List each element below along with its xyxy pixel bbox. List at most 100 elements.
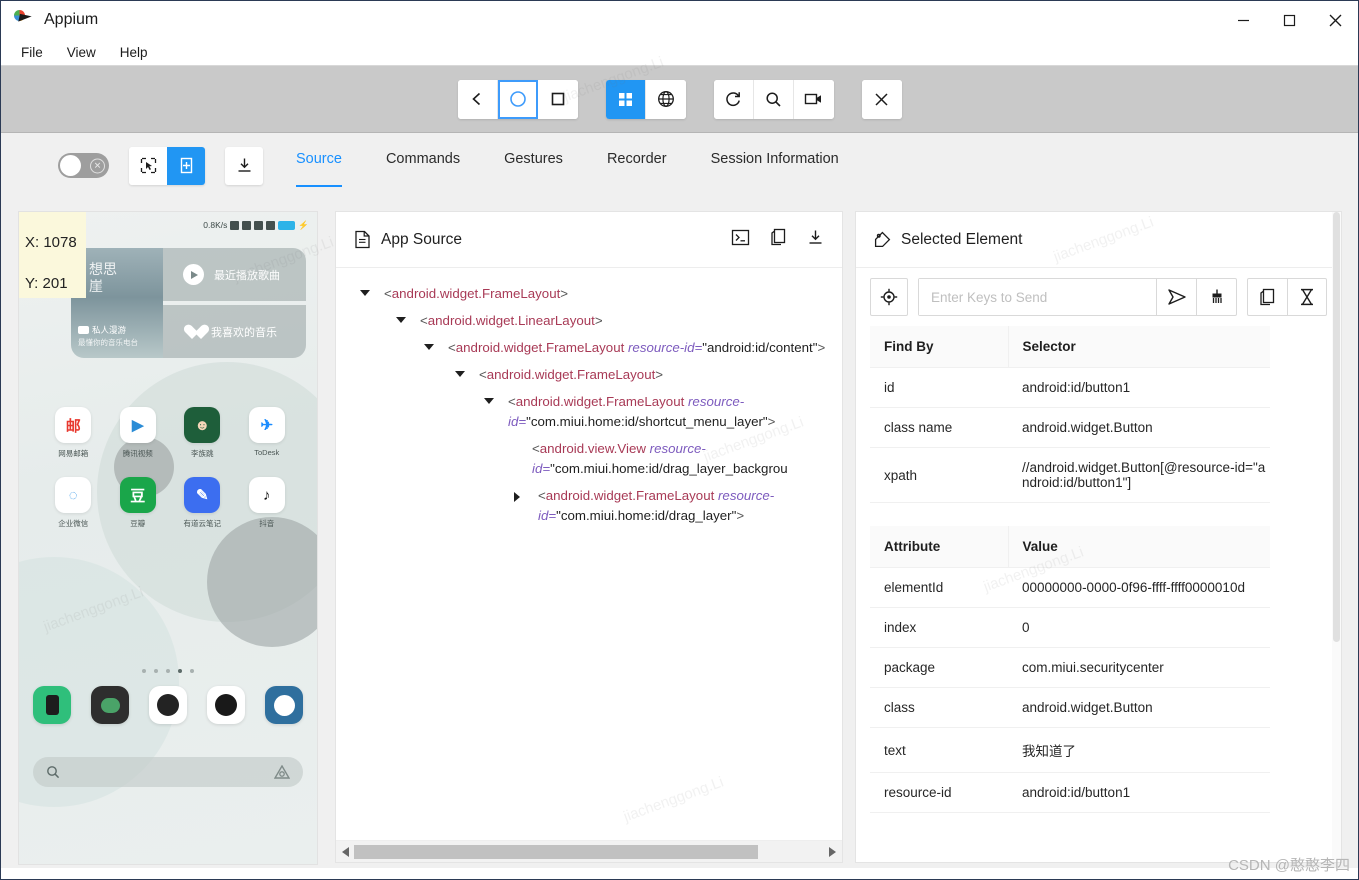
page-dot-active bbox=[178, 669, 182, 673]
home-button[interactable] bbox=[497, 79, 538, 119]
tree-node-tag: android.widget.FrameLayout bbox=[515, 393, 685, 409]
tab-gestures[interactable]: Gestures bbox=[504, 133, 563, 198]
tree-node[interactable]: <android.widget.FrameLayout resource-id=… bbox=[342, 334, 836, 361]
swipe-by-coordinates-mode[interactable] bbox=[167, 146, 205, 185]
tab-recorder[interactable]: Recorder bbox=[607, 133, 667, 198]
get-timing-button[interactable] bbox=[1287, 279, 1326, 315]
app-switch-button[interactable] bbox=[537, 79, 578, 119]
chevron-down-icon[interactable] bbox=[360, 290, 370, 296]
attribute-value: com.miui.securitycenter bbox=[1008, 647, 1270, 688]
app-douban[interactable]: 豆 豆瓣 bbox=[106, 477, 171, 529]
browser-app-icon[interactable] bbox=[265, 686, 303, 724]
selected-element-scrollbar[interactable] bbox=[1332, 212, 1341, 862]
scroll-thumb[interactable] bbox=[354, 844, 759, 859]
table-row[interactable]: class name android.widget.Button bbox=[870, 407, 1270, 448]
camera-app-icon[interactable] bbox=[207, 686, 245, 724]
menu-view[interactable]: View bbox=[55, 42, 108, 63]
app-tencent-video[interactable]: ▶ 腾讯视频 bbox=[106, 407, 171, 459]
table-row[interactable]: index 0 bbox=[870, 607, 1270, 648]
app-youdao-note[interactable]: ✎ 有道云笔记 bbox=[170, 477, 235, 529]
minimize-button[interactable] bbox=[1220, 1, 1266, 39]
triangle-right-icon[interactable] bbox=[824, 844, 840, 860]
save-screenshot-button[interactable] bbox=[225, 146, 263, 185]
table-row[interactable]: package com.miui.securitycenter bbox=[870, 647, 1270, 688]
scroll-track[interactable] bbox=[354, 844, 824, 859]
table-row[interactable]: class android.widget.Button bbox=[870, 687, 1270, 728]
menu-help[interactable]: Help bbox=[108, 42, 160, 63]
tab-source[interactable]: Source bbox=[296, 133, 342, 198]
selector-header-selector: Selector bbox=[1008, 326, 1270, 368]
chevron-down-icon[interactable] bbox=[455, 371, 465, 377]
tree-node[interactable]: <android.widget.FrameLayout> bbox=[342, 280, 836, 307]
coordinate-y: Y: 201 bbox=[25, 275, 68, 292]
back-button[interactable] bbox=[457, 79, 498, 119]
app-todesk[interactable]: ✈ ToDesk bbox=[235, 407, 300, 459]
copy-attributes-button[interactable] bbox=[1248, 279, 1287, 315]
selected-element-title: Selected Element bbox=[901, 230, 1023, 248]
send-keys-button[interactable] bbox=[1156, 279, 1196, 315]
open-in-terminal-button[interactable] bbox=[731, 229, 750, 251]
app-netease-mail[interactable]: 邮 网易邮箱 bbox=[41, 407, 106, 459]
record-video-button[interactable] bbox=[793, 79, 834, 119]
widget-row-recent[interactable]: 最近播放歌曲 bbox=[163, 248, 306, 301]
home-app-grid: 邮 网易邮箱 ▶ 腾讯视频 ☻ 李族跳 ✈ ToDesk ◌ 企业微信 豆 豆瓣… bbox=[41, 407, 299, 529]
music-widget[interactable]: 想思崖 私人漫游 最懂你的音乐电台 最近播放歌曲 我喜欢的音乐 bbox=[71, 248, 306, 358]
app-lizutiao[interactable]: ☻ 李族跳 bbox=[170, 407, 235, 459]
copy-source-button[interactable] bbox=[770, 228, 787, 251]
chevron-down-icon[interactable] bbox=[424, 344, 434, 350]
source-refresh-toggle[interactable]: ✕ bbox=[58, 153, 109, 178]
home-dock bbox=[33, 686, 303, 724]
select-element-mode[interactable] bbox=[129, 146, 167, 185]
tree-node[interactable]: <android.widget.FrameLayout resource-id=… bbox=[342, 388, 836, 435]
messages-app-icon[interactable] bbox=[91, 686, 129, 724]
maximize-button[interactable] bbox=[1266, 1, 1312, 39]
download-source-button[interactable] bbox=[807, 229, 824, 251]
chevron-down-icon[interactable] bbox=[484, 398, 494, 404]
app-douyin[interactable]: ♪ 抖音 bbox=[235, 477, 300, 529]
table-row[interactable]: id android:id/button1 bbox=[870, 367, 1270, 408]
tab-session-information[interactable]: Session Information bbox=[711, 133, 839, 198]
device-screenshot[interactable]: 2 0.8K/s ⚡ bbox=[18, 211, 318, 865]
scroll-thumb[interactable] bbox=[1333, 212, 1340, 642]
clear-element-button[interactable] bbox=[1196, 279, 1236, 315]
tree-node[interactable]: <android.widget.FrameLayout> bbox=[342, 361, 836, 388]
table-separator bbox=[856, 503, 1341, 526]
tree-node[interactable]: <android.view.View resource-id="com.miui… bbox=[342, 435, 836, 482]
menu-file[interactable]: File bbox=[9, 42, 55, 63]
quit-session-button[interactable] bbox=[861, 79, 902, 119]
table-row[interactable]: elementId 00000000-0000-0f96-ffff-ffff00… bbox=[870, 567, 1270, 608]
device-screenshot-column: 2 0.8K/s ⚡ bbox=[18, 211, 322, 868]
source-tree[interactable]: <android.widget.FrameLayout> <android.wi… bbox=[336, 268, 842, 840]
chevron-right-icon[interactable] bbox=[514, 492, 520, 502]
search-element-button[interactable] bbox=[753, 79, 794, 119]
source-horizontal-scrollbar[interactable] bbox=[336, 840, 842, 862]
widget-rows: 最近播放歌曲 我喜欢的音乐 bbox=[163, 248, 306, 358]
table-row[interactable]: xpath //android.widget.Button[@resource-… bbox=[870, 447, 1270, 503]
app-grid-button[interactable] bbox=[605, 79, 646, 119]
app-label: 企业微信 bbox=[58, 519, 89, 528]
tree-node[interactable]: <android.widget.LinearLayout> bbox=[342, 307, 836, 334]
calculator-app-icon[interactable] bbox=[33, 686, 71, 724]
widget-row-favorites[interactable]: 我喜欢的音乐 bbox=[163, 305, 306, 358]
refresh-source-button[interactable] bbox=[713, 79, 754, 119]
attribute-value: android.widget.Button bbox=[1008, 687, 1270, 728]
close-button[interactable] bbox=[1312, 1, 1358, 39]
todesk-icon: ✈ bbox=[248, 407, 285, 443]
tab-commands[interactable]: Commands bbox=[386, 133, 460, 198]
interaction-mode-group bbox=[129, 146, 205, 185]
tree-node[interactable]: <android.widget.FrameLayout resource-id=… bbox=[342, 482, 836, 529]
attribute-name: text bbox=[870, 727, 1008, 773]
page-dot bbox=[190, 669, 194, 673]
chevron-down-icon[interactable] bbox=[396, 317, 406, 323]
compass-app-icon[interactable] bbox=[149, 686, 187, 724]
web-view-button[interactable] bbox=[645, 79, 686, 119]
table-row[interactable]: resource-id android:id/button1 bbox=[870, 772, 1270, 813]
send-keys-input[interactable] bbox=[919, 279, 1156, 315]
table-row[interactable]: text 我知道了 bbox=[870, 727, 1270, 773]
status-bar-right: 0.8K/s ⚡ bbox=[203, 220, 309, 231]
tap-element-button[interactable] bbox=[870, 278, 908, 316]
app-wecom[interactable]: ◌ 企业微信 bbox=[41, 477, 106, 529]
home-search-bar[interactable] bbox=[33, 757, 303, 787]
triangle-left-icon[interactable] bbox=[338, 844, 354, 860]
widget-cover-title: 想思崖 bbox=[89, 263, 117, 295]
